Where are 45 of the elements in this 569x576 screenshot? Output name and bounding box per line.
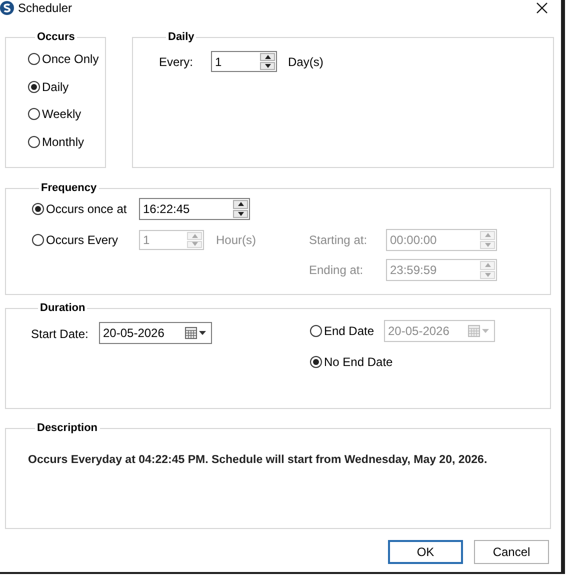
calendar-icon[interactable] [185,327,197,339]
group-title: Duration [39,301,86,315]
radio-label: Occurs Every [46,232,118,249]
radio-label: Monthly [42,134,84,150]
radio-label: Daily [42,78,69,96]
radio-button[interactable] [32,234,44,246]
field-label: Ending at: [309,262,364,279]
spin-box[interactable]: 16:22:45 [139,198,250,220]
radio-button[interactable] [28,53,40,65]
close-button[interactable] [535,1,549,15]
time-field[interactable]: 16:22:45 [140,199,232,219]
radio-label: Weekly [42,106,82,123]
spin-up-button[interactable] [260,53,276,61]
field-label: Every: [159,54,194,70]
radio-button[interactable] [310,356,322,368]
radio-label: End Date [324,323,374,340]
cancel-button[interactable]: Cancel [474,540,549,564]
radio-button[interactable] [28,108,40,120]
caret-icon[interactable] [199,331,206,335]
radio-label: Once Only [42,51,99,68]
radio-button[interactable] [32,203,44,215]
number-field[interactable]: 1 [212,52,260,71]
radio-button[interactable] [28,136,40,148]
group-title: Description [36,421,99,435]
group-title: Frequency [40,181,98,195]
spin-down-button[interactable] [233,210,248,218]
window-title: Scheduler [18,0,72,17]
spin-down-button[interactable] [260,62,276,70]
field-label: Start Date: [31,326,90,343]
description-text: Occurs Everyday at 04:22:45 PM. Schedule will start from Wednesday, May 20, 2026. [28,453,488,468]
radio-label: No End Date [324,354,393,371]
unit-label: Hour(s) [216,232,258,249]
date-picker[interactable]: 20-05-2026 [99,322,212,344]
radio-button[interactable] [28,80,40,92]
date-field[interactable]: 20-05-2026 [100,323,185,343]
field-label: Starting at: [309,232,368,249]
group-title: Occurs [36,30,76,44]
ok-button[interactable]: OK [388,540,463,564]
radio-button[interactable] [310,325,322,337]
unit-label: Day(s) [288,54,324,70]
spin-box[interactable]: 1 [211,51,278,72]
spin-up-button[interactable] [233,200,248,208]
group-title: Daily [167,30,196,44]
radio-label: Occurs once at [46,201,127,218]
app-logo-icon [0,1,14,15]
